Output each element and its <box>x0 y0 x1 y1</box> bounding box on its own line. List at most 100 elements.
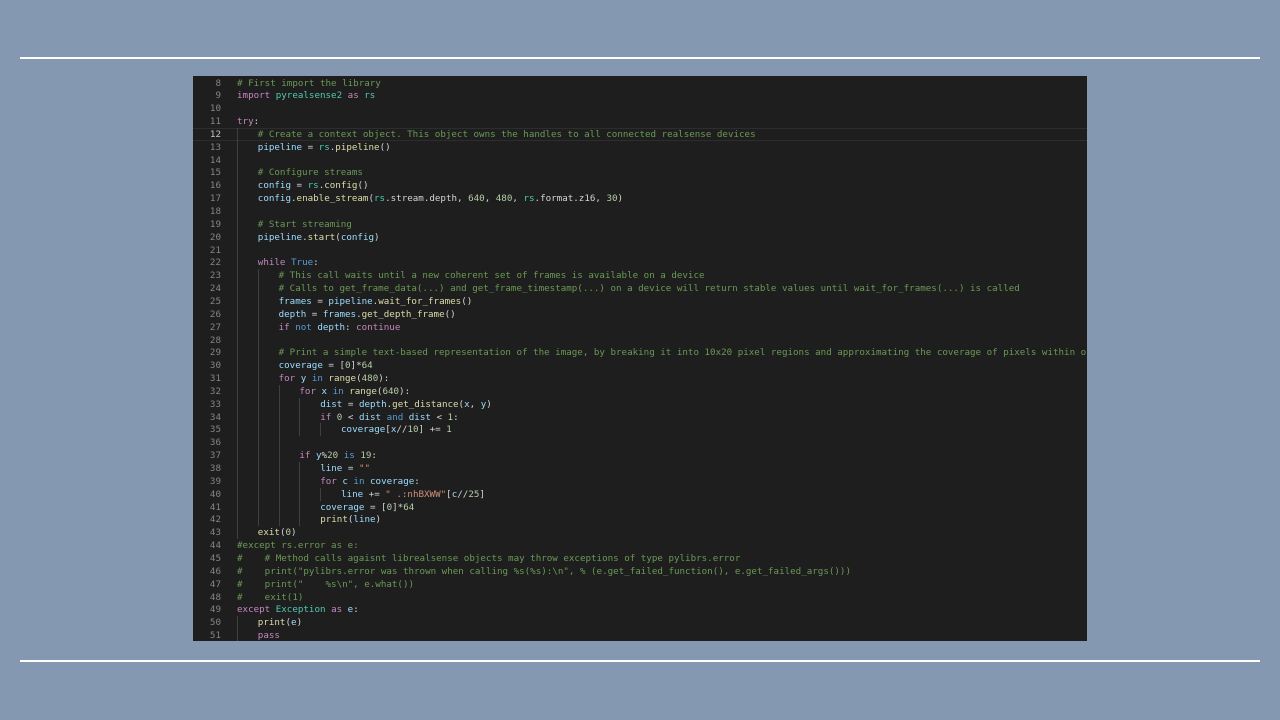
code-token: 30 <box>606 193 618 205</box>
code-text: coverage[x//10] += 1 <box>341 423 452 436</box>
code-line[interactable]: 18 <box>193 205 1087 218</box>
code-text: exit(0) <box>258 526 297 539</box>
code-token: line <box>353 514 376 526</box>
code-line[interactable]: 14 <box>193 153 1087 167</box>
code-line[interactable]: 27 if not depth: continue <box>193 320 1087 334</box>
code-line[interactable]: 11 try: <box>193 115 1087 128</box>
code-line[interactable]: 48 # exit(1) <box>193 591 1087 604</box>
code-line[interactable]: 47 # print(" %s\n", e.what()) <box>193 578 1087 591</box>
code-line[interactable]: 30 coverage = [0]*64 <box>193 359 1087 373</box>
indent-guide <box>237 243 238 257</box>
code-text: # print("pylibrs.error was thrown when c… <box>237 565 851 578</box>
code-line[interactable]: 33 dist = depth.get_distance(x, y) <box>193 397 1087 411</box>
code-token: rs <box>318 141 330 153</box>
indent-guide <box>257 294 259 308</box>
code-text: # This call waits until a new coherent s… <box>279 269 705 282</box>
code-line[interactable]: 25 frames = pipeline.wait_for_frames() <box>193 294 1087 308</box>
code-token: # Calls to get_frame_data(...) and get_f… <box>278 283 1020 295</box>
code-line[interactable]: 13 pipeline = rs.pipeline() <box>193 140 1087 154</box>
code-line[interactable]: 20 pipeline.start(config) <box>193 230 1087 244</box>
code-token: .format.z16, <box>534 193 607 205</box>
code-line[interactable]: 34 if 0 < dist and dist < 1: <box>193 410 1087 424</box>
indent-guide <box>278 474 280 488</box>
code-token: in <box>347 475 371 487</box>
code-token: 20 <box>327 450 339 462</box>
code-line[interactable]: 10 <box>193 102 1087 115</box>
code-text: # # Method calls agaisnt librealsense ob… <box>237 552 740 565</box>
code-line[interactable]: 9 import pyrealsense2 as rs <box>193 89 1087 102</box>
indent-guide <box>278 487 280 501</box>
indent-guide <box>237 359 238 373</box>
indent-guide <box>257 333 259 347</box>
code-text: # Create a context object. This object o… <box>258 128 756 141</box>
code-text: dist = depth.get_distance(x, y) <box>320 398 492 411</box>
code-line[interactable]: 8 # First import the library <box>193 77 1087 90</box>
code-line[interactable]: 44 #except rs.error as e: <box>193 539 1087 552</box>
indent-guide <box>278 462 280 475</box>
code-line[interactable]: 45 # # Method calls agaisnt librealsense … <box>193 552 1087 565</box>
indent-guide <box>257 423 259 437</box>
code-text: # Configure streams <box>258 166 363 179</box>
code-token: = <box>306 308 323 320</box>
code-line[interactable]: 19 # Start streaming <box>193 217 1087 231</box>
code-line[interactable]: 28 <box>193 333 1087 347</box>
divider-top <box>20 57 1260 59</box>
code-editor[interactable]: 8 # First import the library 9 import pyrea… <box>193 76 1087 641</box>
indent-guide <box>237 282 238 296</box>
indent-guide <box>257 359 259 373</box>
code-token: ] += <box>418 424 447 436</box>
line-number: 27 <box>209 321 221 333</box>
indent-guide <box>237 269 238 283</box>
code-line[interactable]: 41 coverage = [0]*64 <box>193 500 1087 514</box>
code-line[interactable]: 38 line = "" <box>193 462 1087 475</box>
line-number: 33 <box>209 398 221 410</box>
indent-guide <box>237 397 238 411</box>
indent-guide <box>257 474 259 488</box>
code-line[interactable]: 46 # print("pylibrs.error was thrown when… <box>193 565 1087 578</box>
indent-guide <box>237 140 238 154</box>
indent-guide <box>257 397 259 411</box>
code-line[interactable]: 36 <box>193 436 1087 450</box>
indent-guide <box>299 513 301 527</box>
code-line[interactable]: 31 for y in range(480): <box>193 372 1087 386</box>
code-line[interactable]: 40 line += " .:nhBXWW"[c//25] <box>193 487 1087 501</box>
code-line[interactable]: 43 exit(0) <box>193 526 1087 540</box>
code-token: 480 <box>361 373 379 385</box>
indent-guide <box>257 449 259 463</box>
indent-guide <box>237 294 238 308</box>
indent-guide <box>237 179 238 193</box>
code-token: ]* <box>392 501 404 513</box>
code-line[interactable]: 35 coverage[x//10] += 1 <box>193 423 1087 437</box>
indent-guide <box>237 616 238 630</box>
code-token: pass <box>257 630 280 641</box>
indent-guide <box>237 217 238 231</box>
code-text: import pyrealsense2 as rs <box>237 89 375 102</box>
indent-guide <box>320 423 322 437</box>
code-line[interactable]: 15 # Configure streams <box>193 166 1087 180</box>
code-line[interactable]: 39 for c in coverage: <box>193 474 1087 488</box>
line-number: 31 <box>209 373 221 385</box>
code-line[interactable]: 51 pass <box>193 629 1087 641</box>
code-line[interactable]: 49 except Exception as e: <box>193 603 1087 616</box>
code-line[interactable]: 23 # This call waits until a new coherent… <box>193 269 1087 283</box>
code-text: try: <box>237 115 259 128</box>
code-line[interactable]: 26 depth = frames.get_depth_frame() <box>193 307 1087 321</box>
code-token: depth <box>278 308 307 320</box>
indent-guide <box>299 410 301 424</box>
code-token: start <box>307 231 336 243</box>
code-token: : <box>414 475 420 487</box>
code-text: config = rs.config() <box>258 179 369 192</box>
code-line[interactable]: 24 # Calls to get_frame_data(...) and get… <box>193 282 1087 296</box>
code-line[interactable]: 42 print(line) <box>193 513 1087 527</box>
code-line[interactable]: 12 # Create a context object. This object… <box>193 127 1087 141</box>
line-number: 29 <box>209 347 221 359</box>
code-line[interactable]: 16 config = rs.config() <box>193 179 1087 193</box>
code-line[interactable]: 32 for x in range(640): <box>193 384 1087 398</box>
code-line[interactable]: 37 if y%20 is 19: <box>193 449 1087 463</box>
code-line[interactable]: 22 while True: <box>193 256 1087 270</box>
code-line[interactable]: 17 config.enable_stream(rs.stream.depth, … <box>193 192 1087 206</box>
code-line[interactable]: 21 <box>193 243 1087 257</box>
code-line[interactable]: 50 print(e) <box>193 616 1087 630</box>
code-token: coverage <box>341 424 386 436</box>
code-line[interactable]: 29 # Print a simple text-based representa… <box>193 346 1087 360</box>
